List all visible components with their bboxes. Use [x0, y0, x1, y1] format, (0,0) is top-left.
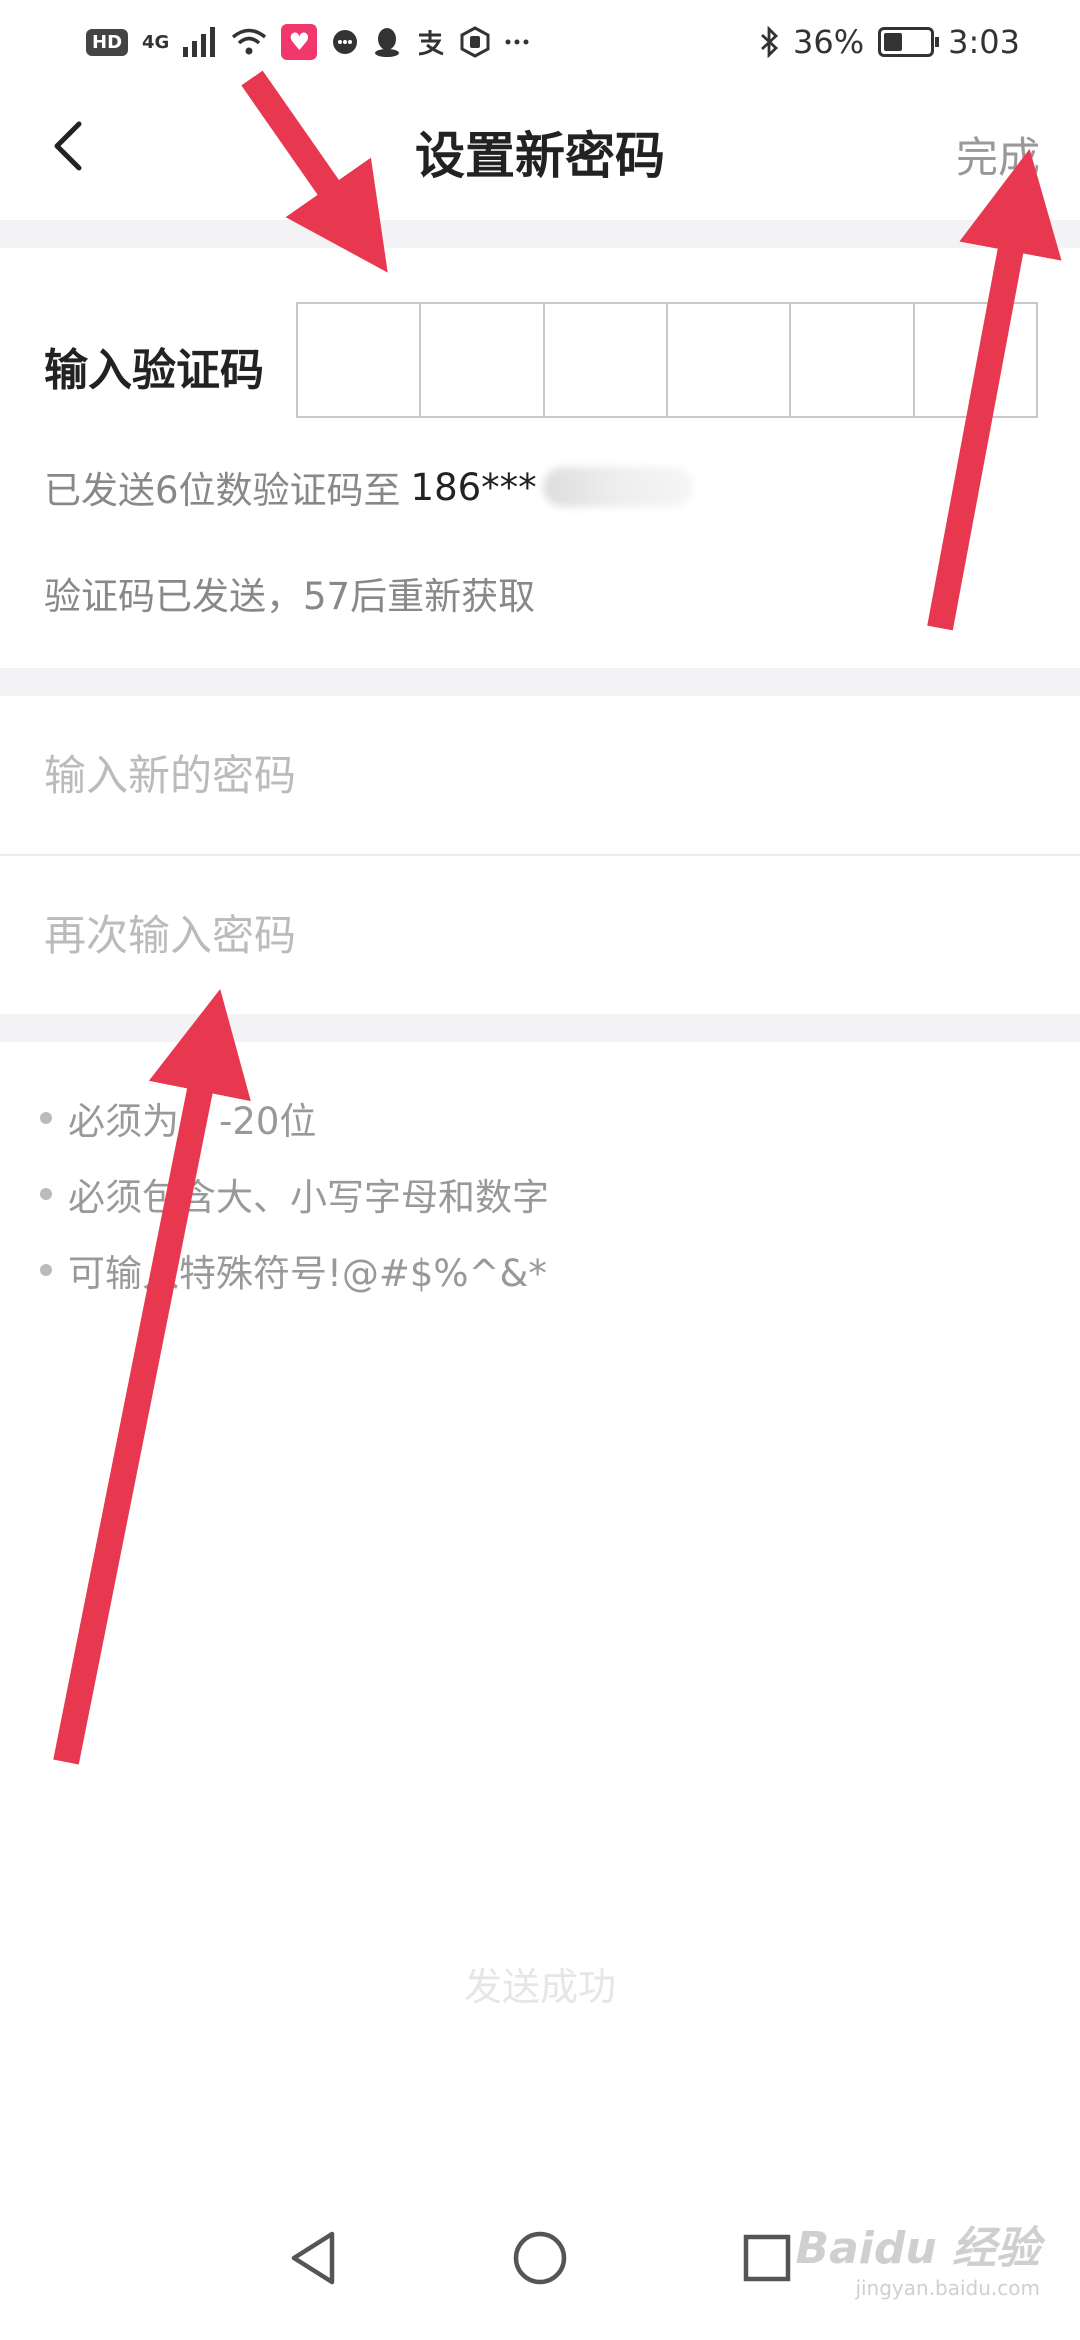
status-left: HD 4G ♥: [86, 24, 529, 60]
phone-blur-mask: [542, 467, 693, 507]
rule-item: 必须包含大、小写字母和数字: [40, 1156, 549, 1232]
rule-item: 可输入特殊符号!@#$%^&*: [40, 1232, 549, 1308]
nav-home-button[interactable]: [505, 2223, 575, 2293]
code-digit-box[interactable]: [791, 304, 915, 416]
nav-bar: 设置新密码 完成: [0, 84, 1080, 220]
verification-code-input[interactable]: [296, 302, 1038, 418]
sent-prefix: 已发送6位数验证码至: [44, 469, 401, 512]
triangle-back-icon: [292, 2231, 335, 2285]
rule-text: 必须为: [68, 1100, 179, 1143]
nav-back-button[interactable]: [278, 2223, 348, 2293]
hd-icon: HD: [86, 28, 129, 56]
qq-icon: [373, 24, 401, 60]
rule-text: 可输入特殊符号!@#$%^&*: [68, 1252, 547, 1295]
sent-notice: 已发送6位数验证码至 186***: [44, 460, 693, 514]
battery-icon: [878, 27, 940, 57]
battery-percent: 36%: [793, 23, 865, 61]
section-gap: [0, 220, 1080, 248]
signal-icon: [183, 24, 217, 60]
bullet-dot: [40, 1264, 52, 1276]
bullet-dot: [40, 1112, 52, 1124]
watermark-logo: Baidu 经验: [795, 2223, 1040, 2274]
watermark-url: jingyan.baidu.com: [855, 2276, 1040, 2300]
verification-label: 输入验证码: [44, 345, 264, 396]
circle-home-icon: [513, 2231, 567, 2285]
network-type: 4G: [142, 31, 170, 53]
page-title: 设置新密码: [415, 127, 665, 185]
toast-message: 发送成功: [463, 1965, 616, 2009]
clock: 3:03: [948, 23, 1020, 61]
hand-icon: [459, 24, 491, 60]
status-bar: HD 4G ♥ 36% 3:03: [0, 0, 1080, 84]
message-icon: [331, 24, 359, 60]
more-icon: [505, 24, 529, 60]
password-rules: 必须为 -20位 必须包含大、小写字母和数字 可输入特殊符号!@#$%^&*: [40, 1080, 549, 1308]
confirm-password-input[interactable]: [0, 856, 1080, 1014]
section-gap: [0, 668, 1080, 696]
code-digit-box[interactable]: [298, 304, 422, 416]
done-button[interactable]: 完成: [956, 124, 1040, 185]
code-digit-box[interactable]: [915, 304, 1036, 416]
wifi-icon: [231, 24, 267, 60]
rule-text: 必须包含大、小写字母和数字: [68, 1176, 549, 1219]
section-gap: [0, 1014, 1080, 1042]
nav-recent-button[interactable]: [732, 2223, 802, 2293]
code-digit-box[interactable]: [421, 304, 545, 416]
bullet-dot: [40, 1188, 52, 1200]
baidu-watermark: Baidu 经验 jingyan.baidu.com: [796, 2212, 1040, 2300]
phone-number: 186***: [410, 465, 537, 509]
square-recent-icon: [743, 2234, 790, 2282]
alipay-icon: [415, 24, 445, 60]
code-digit-box[interactable]: [668, 304, 792, 416]
rule-text: -20位: [219, 1100, 317, 1143]
status-right: 36% 3:03: [759, 23, 1020, 61]
code-digit-box[interactable]: [545, 304, 668, 416]
new-password-input[interactable]: [0, 696, 1080, 854]
resend-countdown: 验证码已发送，57后重新获取: [44, 575, 536, 618]
bluetooth-icon: [759, 24, 779, 60]
health-app-icon: ♥: [281, 24, 318, 60]
rule-item: 必须为 -20位: [40, 1080, 549, 1156]
